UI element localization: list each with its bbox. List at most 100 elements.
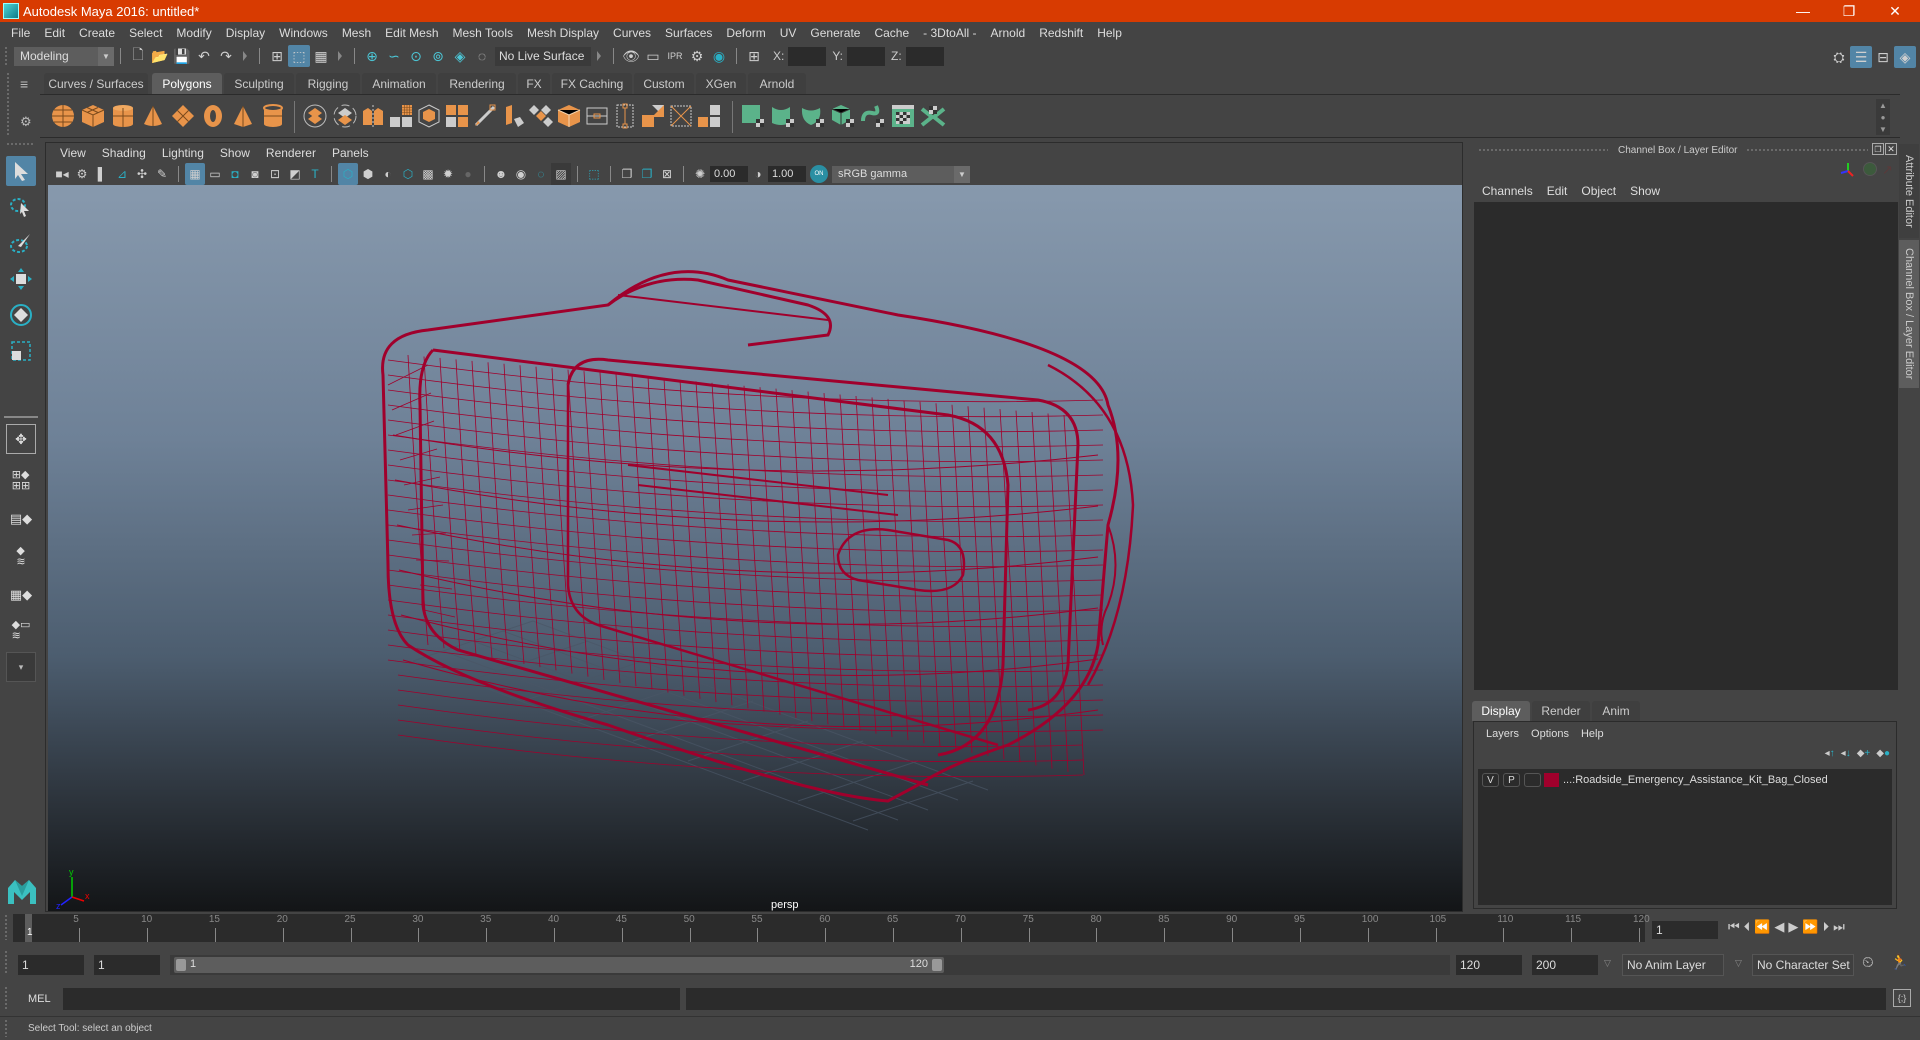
menu-layers[interactable]: Layers: [1480, 728, 1525, 740]
poly-torus-icon[interactable]: [200, 103, 226, 129]
poly-cylinder-icon[interactable]: [110, 103, 136, 129]
select-by-hierarchy-icon[interactable]: ⊞: [266, 45, 288, 67]
select-by-object-icon[interactable]: ⬚: [288, 45, 310, 67]
menu-file[interactable]: File: [4, 26, 37, 40]
layer-display-type-toggle[interactable]: [1524, 773, 1541, 787]
field-chart-icon[interactable]: ⊡: [265, 163, 285, 185]
menu-arnold[interactable]: Arnold: [984, 26, 1033, 40]
animation-end-field[interactable]: 200: [1532, 955, 1598, 975]
menu-channel-edit[interactable]: Edit: [1541, 184, 1574, 198]
depth-of-field-icon[interactable]: ▨: [551, 163, 571, 185]
isolate-select-icon[interactable]: ⬚: [584, 163, 604, 185]
timeline-grip[interactable]: [4, 914, 8, 940]
snap-projected-center-icon[interactable]: ◌: [471, 45, 493, 67]
sew-uv-icon[interactable]: [920, 103, 946, 129]
menu-mesh-display[interactable]: Mesh Display: [520, 26, 606, 40]
merge-vertex-icon[interactable]: [556, 103, 582, 129]
panel-grip[interactable]: [1746, 148, 1868, 152]
channel-box-toggle-icon[interactable]: ◈: [1894, 46, 1916, 68]
grid-icon[interactable]: ▦: [185, 163, 205, 185]
resolution-gate-icon[interactable]: ◘: [225, 163, 245, 185]
camera-attributes-icon[interactable]: ⚙: [72, 163, 92, 185]
tab-polygons[interactable]: Polygons: [152, 73, 222, 94]
input-mode-icon[interactable]: ⊞: [743, 45, 765, 67]
default-material-icon[interactable]: ◐: [378, 163, 398, 185]
tab-rendering[interactable]: Rendering: [438, 73, 516, 94]
play-backwards-icon[interactable]: ◀: [1774, 919, 1784, 935]
viewport-scene[interactable]: persp y z x: [48, 185, 1462, 911]
gamma-icon[interactable]: ◑: [748, 163, 768, 185]
snap-curve-icon[interactable]: ∽: [383, 45, 405, 67]
hypershade-icon[interactable]: ◉: [708, 45, 730, 67]
select-by-component-icon[interactable]: ▦: [310, 45, 332, 67]
time-slider-track[interactable]: 1 5 10 15 20 25 30 35 40 45 50 55 60 65 70 75 80 85 90 95 1…: [13, 914, 1650, 942]
edge-loop-icon[interactable]: [640, 103, 666, 129]
wireframe-mesh[interactable]: [381, 270, 1135, 803]
separate-icon[interactable]: [332, 103, 358, 129]
tab-custom[interactable]: Custom: [634, 73, 694, 94]
new-empty-layer-icon[interactable]: ◆+: [1857, 748, 1871, 759]
snap-view-plane-icon[interactable]: ⊚: [427, 45, 449, 67]
menuset-dropdown[interactable]: Modeling ▼: [14, 46, 114, 66]
command-input[interactable]: [63, 988, 680, 1010]
ipr-render-icon[interactable]: IPR: [664, 45, 686, 67]
animation-preferences-icon[interactable]: 🏃: [1890, 953, 1909, 971]
new-scene-icon[interactable]: 🗋: [127, 45, 149, 67]
step-forward-key-icon[interactable]: ⏩: [1802, 919, 1818, 935]
restore-button[interactable]: ❐: [1826, 0, 1872, 22]
snap-grid-icon[interactable]: ⊕: [361, 45, 383, 67]
collapse-arrow-icon[interactable]: [597, 51, 601, 61]
tab-render-layers[interactable]: Render: [1532, 701, 1590, 721]
layer-visibility-toggle[interactable]: V: [1482, 773, 1499, 787]
target-weld-icon[interactable]: [500, 103, 526, 129]
tab-channel-box-layer-editor[interactable]: Channel Box / Layer Editor: [1899, 240, 1919, 388]
image-plane-icon[interactable]: ⊿: [112, 163, 132, 185]
wireframe-icon[interactable]: ⬡: [338, 163, 358, 185]
menu-surfaces[interactable]: Surfaces: [658, 26, 719, 40]
render-frame-icon[interactable]: ▭: [642, 45, 664, 67]
menu-3dtoall[interactable]: - 3DtoAll -: [916, 26, 983, 40]
exposure-field[interactable]: 0.00: [710, 166, 748, 182]
tab-arnold[interactable]: Arnold: [748, 73, 806, 94]
scroll-down-icon[interactable]: ▼: [1879, 125, 1887, 134]
menu-channel-show[interactable]: Show: [1624, 184, 1666, 198]
rotate-tool[interactable]: [6, 300, 36, 330]
poly-cube-icon[interactable]: [80, 103, 106, 129]
snap-point-icon[interactable]: ⊙: [405, 45, 427, 67]
menu-select[interactable]: Select: [122, 26, 169, 40]
wireframe-on-shaded-icon[interactable]: ⬡: [398, 163, 418, 185]
minimize-button[interactable]: —: [1780, 0, 1826, 22]
tab-animation[interactable]: Animation: [362, 73, 436, 94]
menu-generate[interactable]: Generate: [803, 26, 867, 40]
multicut-icon[interactable]: [472, 103, 498, 129]
go-to-end-icon[interactable]: ⏭: [1833, 919, 1845, 935]
safe-title-icon[interactable]: T: [305, 163, 325, 185]
uv-editor-icon[interactable]: [890, 103, 916, 129]
lighting-icon[interactable]: ✹: [438, 163, 458, 185]
layer-name[interactable]: ...:Roadside_Emergency_Assistance_Kit_Ba…: [1563, 774, 1828, 786]
menu-help[interactable]: Help: [1090, 26, 1129, 40]
poly-cone-icon[interactable]: [140, 103, 166, 129]
mirror-icon[interactable]: [360, 103, 386, 129]
menu-windows[interactable]: Windows: [272, 26, 335, 40]
grease-pencil-icon[interactable]: ✎: [152, 163, 172, 185]
modeling-toolkit-icon[interactable]: ⛭: [1828, 46, 1850, 68]
unfold-uv-icon[interactable]: [860, 103, 886, 129]
menu-create[interactable]: Create: [72, 26, 122, 40]
xray-icon[interactable]: ❐: [617, 163, 637, 185]
viewport-menu-panels[interactable]: Panels: [324, 146, 377, 160]
smooth-icon[interactable]: [388, 103, 414, 129]
menu-edit-mesh[interactable]: Edit Mesh: [378, 26, 445, 40]
hypershade-persp-layout[interactable]: ▦◆: [6, 580, 36, 610]
automatic-uv-icon[interactable]: [830, 103, 856, 129]
combine-icon[interactable]: [302, 103, 328, 129]
viewport-menu-renderer[interactable]: Renderer: [258, 146, 324, 160]
viewport-menu-show[interactable]: Show: [212, 146, 258, 160]
anti-aliasing-icon[interactable]: ◌: [531, 163, 551, 185]
tab-anim-layers[interactable]: Anim: [1592, 701, 1640, 721]
film-gate-icon[interactable]: ▭: [205, 163, 225, 185]
channel-list[interactable]: [1474, 202, 1898, 690]
gate-mask-icon[interactable]: ◙: [245, 163, 265, 185]
snap-live-surface-icon[interactable]: ◈: [449, 45, 471, 67]
bridge-icon[interactable]: [528, 103, 554, 129]
